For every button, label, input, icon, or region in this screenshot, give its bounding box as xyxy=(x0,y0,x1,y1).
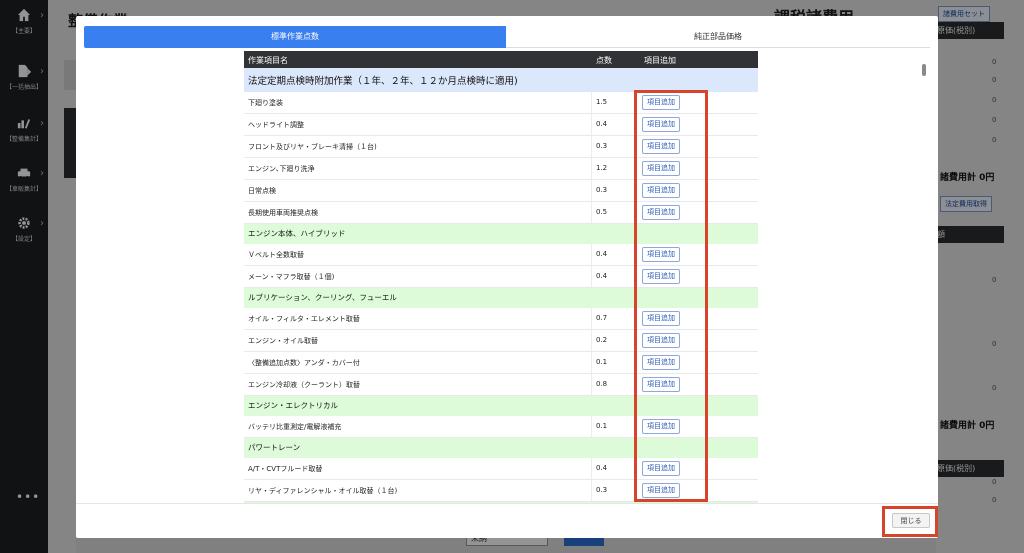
add-item-button[interactable]: 項目追加 xyxy=(642,161,680,176)
section-title: エンジン・エレクトリカル xyxy=(248,401,338,410)
work-item-row: リヤ・ディファレンシャル・オイル取替（１台) 0.3 項目追加 xyxy=(244,480,758,502)
work-item-name: メーン・マフラ取替（１個) xyxy=(248,273,335,281)
work-item-row: ヘッドライト調整 0.4 項目追加 xyxy=(244,114,758,136)
work-item-points: 0.3 xyxy=(596,486,608,494)
section-header: エンジン本体、ハイブリッド xyxy=(244,224,758,244)
add-item-button[interactable]: 項目追加 xyxy=(642,95,680,110)
add-item-button[interactable]: 項目追加 xyxy=(642,461,680,476)
work-item-row: 日常点検 0.3 項目追加 xyxy=(244,180,758,202)
work-item-row: オイル・フィルタ・エレメント取替 0.7 項目追加 xyxy=(244,308,758,330)
work-item-points: 0.3 xyxy=(596,142,608,150)
work-item-name: エンジン冷却液（クーラント）取替 xyxy=(248,381,360,389)
section-title: ルブリケーション、クーリング、フューエル xyxy=(248,293,397,302)
work-item-name: バッテリ比重測定/電解液補充 xyxy=(248,423,342,431)
work-item-name: ヘッドライト調整 xyxy=(248,121,304,129)
column-header-add: 項目追加 xyxy=(644,56,676,65)
column-divider xyxy=(591,136,592,157)
add-item-button[interactable]: 項目追加 xyxy=(642,269,680,284)
tab-standard-work-points[interactable]: 標準作業点数 xyxy=(84,26,506,48)
modal-tabs: 標準作業点数 純正部品価格 xyxy=(84,26,930,48)
section-header: エンジン・エレクトリカル xyxy=(244,396,758,416)
work-item-points: 0.1 xyxy=(596,422,608,430)
work-item-name: Ｖベルト全数取替 xyxy=(248,251,304,259)
work-item-row: Ｖベルト全数取替 0.4 項目追加 xyxy=(244,244,758,266)
work-item-name: 下廻り塗装 xyxy=(248,99,283,107)
column-divider xyxy=(591,202,592,223)
work-item-row: エンジン・オイル取替 0.2 項目追加 xyxy=(244,330,758,352)
column-divider xyxy=(591,114,592,135)
work-item-points: 0.7 xyxy=(596,314,608,322)
work-item-points: 0.1 xyxy=(596,358,608,366)
work-item-points: 0.4 xyxy=(596,120,608,128)
column-divider xyxy=(591,352,592,373)
column-header-name: 作業項目名 xyxy=(248,56,288,65)
work-item-points: 0.4 xyxy=(596,272,608,280)
add-item-button[interactable]: 項目追加 xyxy=(642,333,680,348)
section-title: エンジン本体、ハイブリッド xyxy=(248,229,346,238)
work-items-list: 作業項目名 点数 項目追加 法定定期点検時附加作業（１年、２年、１２か月点検時に… xyxy=(244,51,758,503)
add-item-button[interactable]: 項目追加 xyxy=(642,247,680,262)
section-header: ルブリケーション、クーリング、フューエル xyxy=(244,288,758,308)
work-item-name: 長期使用車両推奨点検 xyxy=(248,209,318,217)
add-item-button[interactable]: 項目追加 xyxy=(642,419,680,434)
work-item-row: フロント及びリヤ・ブレーキ清掃（１台) 0.3 項目追加 xyxy=(244,136,758,158)
work-item-row: 下廻り塗装 1.5 項目追加 xyxy=(244,92,758,114)
add-item-button[interactable]: 項目追加 xyxy=(642,205,680,220)
work-item-points: 1.5 xyxy=(596,98,608,106)
column-divider xyxy=(591,330,592,351)
work-item-row: エンジン､下廻り洗浄 1.2 項目追加 xyxy=(244,158,758,180)
column-divider xyxy=(591,480,592,501)
work-item-points: 0.4 xyxy=(596,250,608,258)
work-item-name: エンジン・オイル取替 xyxy=(248,337,318,345)
section-header: 法定定期点検時附加作業（１年、２年、１２か月点検時に適用) xyxy=(244,68,758,92)
work-item-row: エンジン冷却液（クーラント）取替 0.8 項目追加 xyxy=(244,374,758,396)
work-item-name: オイル・フィルタ・エレメント取替 xyxy=(248,315,360,323)
add-item-button[interactable]: 項目追加 xyxy=(642,355,680,370)
scrollbar-thumb[interactable] xyxy=(922,64,926,76)
work-item-row: 長期使用車両推奨点検 0.5 項目追加 xyxy=(244,202,758,224)
modal-footer-divider xyxy=(76,503,938,504)
work-item-name: A/T・CVTフルード取替 xyxy=(248,465,323,473)
section-title: パワートレーン xyxy=(248,443,301,452)
add-item-button[interactable]: 項目追加 xyxy=(642,483,680,498)
work-item-name: エンジン､下廻り洗浄 xyxy=(248,165,315,173)
work-item-row: メーン・マフラ取替（１個) 0.4 項目追加 xyxy=(244,266,758,288)
add-item-button[interactable]: 項目追加 xyxy=(642,117,680,132)
work-item-row: A/T・CVTフルード取替 0.4 項目追加 xyxy=(244,458,758,480)
work-item-name: 〈整備追加点数〉アンダ・カバー付 xyxy=(248,359,360,367)
column-divider xyxy=(591,266,592,287)
work-item-points: 1.2 xyxy=(596,164,608,172)
column-divider xyxy=(591,158,592,179)
column-divider xyxy=(591,308,592,329)
add-item-button[interactable]: 項目追加 xyxy=(642,139,680,154)
close-button[interactable]: 閉じる xyxy=(892,513,930,528)
list-header: 作業項目名 点数 項目追加 xyxy=(244,51,758,68)
section-header: パワートレーン xyxy=(244,438,758,458)
column-header-points: 点数 xyxy=(596,56,612,65)
tab-genuine-parts-price[interactable]: 純正部品価格 xyxy=(506,26,930,48)
column-divider xyxy=(591,458,592,479)
work-item-name: リヤ・ディファレンシャル・オイル取替（１台) xyxy=(248,487,398,495)
work-item-points: 0.4 xyxy=(596,464,608,472)
column-divider xyxy=(591,374,592,395)
column-divider xyxy=(591,416,592,437)
add-item-button[interactable]: 項目追加 xyxy=(642,183,680,198)
column-divider xyxy=(591,92,592,113)
work-items-modal: 標準作業点数 純正部品価格 作業項目名 点数 項目追加 法定定期点検時附加作業（… xyxy=(76,16,938,538)
work-item-row: バッテリ比重測定/電解液補充 0.1 項目追加 xyxy=(244,416,758,438)
work-item-points: 0.8 xyxy=(596,380,608,388)
work-item-points: 0.3 xyxy=(596,186,608,194)
column-divider xyxy=(591,244,592,265)
work-item-points: 0.2 xyxy=(596,336,608,344)
add-item-button[interactable]: 項目追加 xyxy=(642,311,680,326)
add-item-button[interactable]: 項目追加 xyxy=(642,377,680,392)
work-item-name: フロント及びリヤ・ブレーキ清掃（１台) xyxy=(248,143,377,151)
column-divider xyxy=(591,180,592,201)
section-title: 法定定期点検時附加作業（１年、２年、１２か月点検時に適用) xyxy=(248,76,518,87)
list-scrollbar[interactable] xyxy=(920,64,928,504)
work-item-name: 日常点検 xyxy=(248,187,276,195)
work-item-points: 0.5 xyxy=(596,208,608,216)
work-item-row: 〈整備追加点数〉アンダ・カバー付 0.1 項目追加 xyxy=(244,352,758,374)
